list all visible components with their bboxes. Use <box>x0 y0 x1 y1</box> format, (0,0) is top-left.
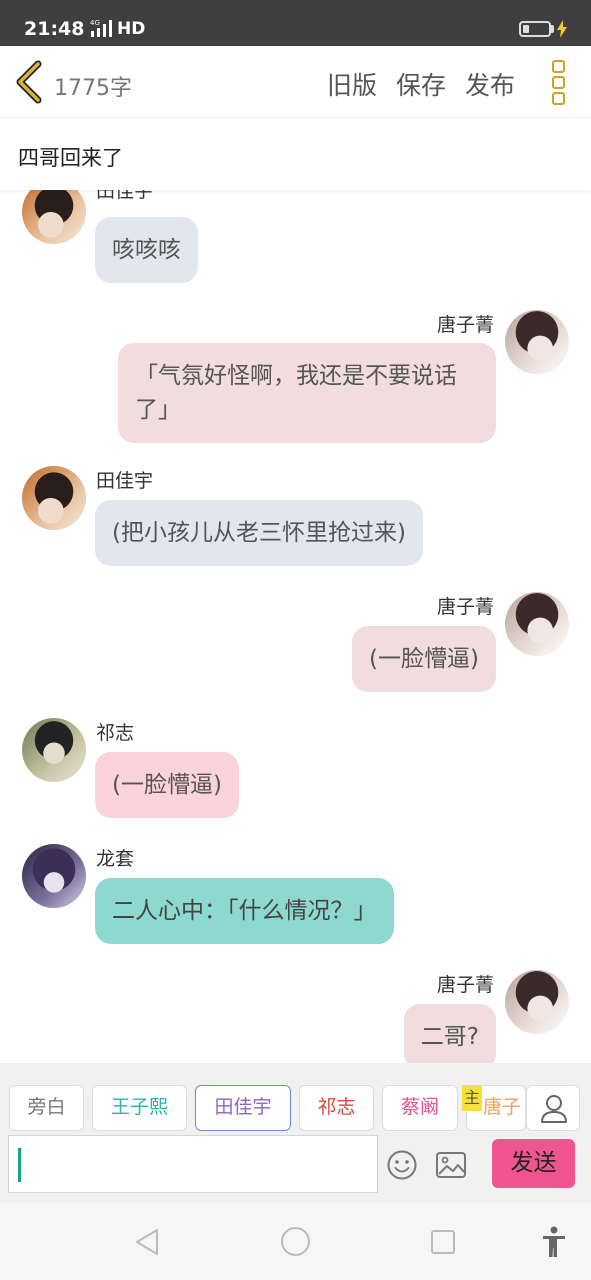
chat-message[interactable]: 田佳宇 咳咳咳 <box>0 190 591 290</box>
composer-panel: 旁白 王子熙 田佳宇 祁志 蔡阚 唐子 主 发送 <box>0 1063 591 1203</box>
image-icon[interactable] <box>435 1151 467 1179</box>
accessibility-icon[interactable] <box>541 1225 567 1259</box>
chat-message[interactable]: 田佳宇 (把小孩儿从老三怀里抢过来) <box>0 466 591 570</box>
speaker-name: 田佳宇 <box>96 190 154 202</box>
message-bubble[interactable]: 咳咳咳 <box>95 217 198 283</box>
publish-button[interactable]: 发布 <box>465 66 515 102</box>
text-caret <box>18 1148 21 1182</box>
charging-icon <box>557 20 567 38</box>
speaker-name: 田佳宇 <box>96 470 154 492</box>
back-chevron-icon[interactable] <box>14 60 46 104</box>
nav-recent-icon[interactable] <box>430 1229 456 1255</box>
avatar[interactable] <box>22 844 86 908</box>
nav-back-icon[interactable] <box>134 1227 160 1257</box>
character-cai[interactable]: 蔡阚 <box>382 1085 458 1131</box>
avatar[interactable] <box>22 466 86 530</box>
manage-characters-button[interactable] <box>526 1085 580 1131</box>
avatar[interactable] <box>22 718 86 782</box>
message-bubble[interactable]: 「气氛好怪啊，我还是不要说话了」 <box>118 343 496 443</box>
chat-message[interactable]: 龙套 二人心中：「什么情况？」 <box>0 844 591 948</box>
chat-message[interactable]: 唐子菁 「气氛好怪啊，我还是不要说话了」 <box>0 310 591 445</box>
more-icon[interactable] <box>546 58 570 106</box>
message-bubble[interactable]: (一脸懵逼) <box>95 752 239 818</box>
network-badge: 4G <box>90 19 100 27</box>
speaker-name: 唐子菁 <box>436 314 494 336</box>
message-bubble[interactable]: (一脸懵逼) <box>352 626 496 692</box>
character-narrator[interactable]: 旁白 <box>9 1085 84 1131</box>
save-button[interactable]: 保存 <box>396 66 446 102</box>
message-bubble[interactable]: (把小孩儿从老三怀里抢过来) <box>95 500 423 566</box>
user-icon <box>541 1095 567 1123</box>
message-bubble[interactable]: 二哥? <box>403 1004 496 1063</box>
chat-message[interactable]: 唐子菁 二哥? <box>0 970 591 1063</box>
status-bar: 21:48 4G HD <box>0 0 591 46</box>
editor-toolbar: 1775字 旧版 保存 发布 <box>0 46 591 118</box>
speaker-name: 龙套 <box>96 848 135 870</box>
speaker-name: 唐子菁 <box>436 974 494 996</box>
message-bubble[interactable]: 二人心中：「什么情况？」 <box>95 878 394 944</box>
chapter-title-bar[interactable]: 四哥回来了 <box>0 118 591 190</box>
message-input[interactable] <box>8 1135 378 1193</box>
host-badge: 主 <box>462 1085 482 1111</box>
system-nav-bar <box>0 1203 591 1280</box>
network-label: HD <box>117 19 146 39</box>
avatar[interactable] <box>505 310 569 374</box>
chat-area[interactable]: 田佳宇 咳咳咳 唐子菁 「气氛好怪啊，我还是不要说话了」 田佳宇 (把小孩儿从老… <box>0 190 591 1063</box>
avatar[interactable] <box>22 190 86 244</box>
avatar[interactable] <box>505 970 569 1034</box>
speaker-name: 唐子菁 <box>436 596 494 618</box>
character-qi[interactable]: 祁志 <box>299 1085 374 1131</box>
chat-message[interactable]: 祁志 (一脸懵逼) <box>0 718 591 822</box>
nav-home-icon[interactable] <box>280 1226 311 1257</box>
send-button[interactable]: 发送 <box>492 1139 575 1188</box>
speaker-name: 祁志 <box>96 722 135 744</box>
old-version-button[interactable]: 旧版 <box>327 66 377 102</box>
character-wang[interactable]: 王子熙 <box>92 1085 187 1131</box>
word-count: 1775字 <box>54 76 132 101</box>
emoji-icon[interactable] <box>386 1149 418 1181</box>
chapter-title: 四哥回来了 <box>18 146 123 170</box>
signal-icon: 4G <box>90 19 112 37</box>
battery-cap <box>551 25 554 33</box>
chat-message[interactable]: 唐子菁 (一脸懵逼) <box>0 592 591 696</box>
battery-icon <box>519 21 551 37</box>
status-time: 21:48 <box>24 18 85 40</box>
avatar[interactable] <box>505 592 569 656</box>
character-tian[interactable]: 田佳宇 <box>195 1085 291 1131</box>
